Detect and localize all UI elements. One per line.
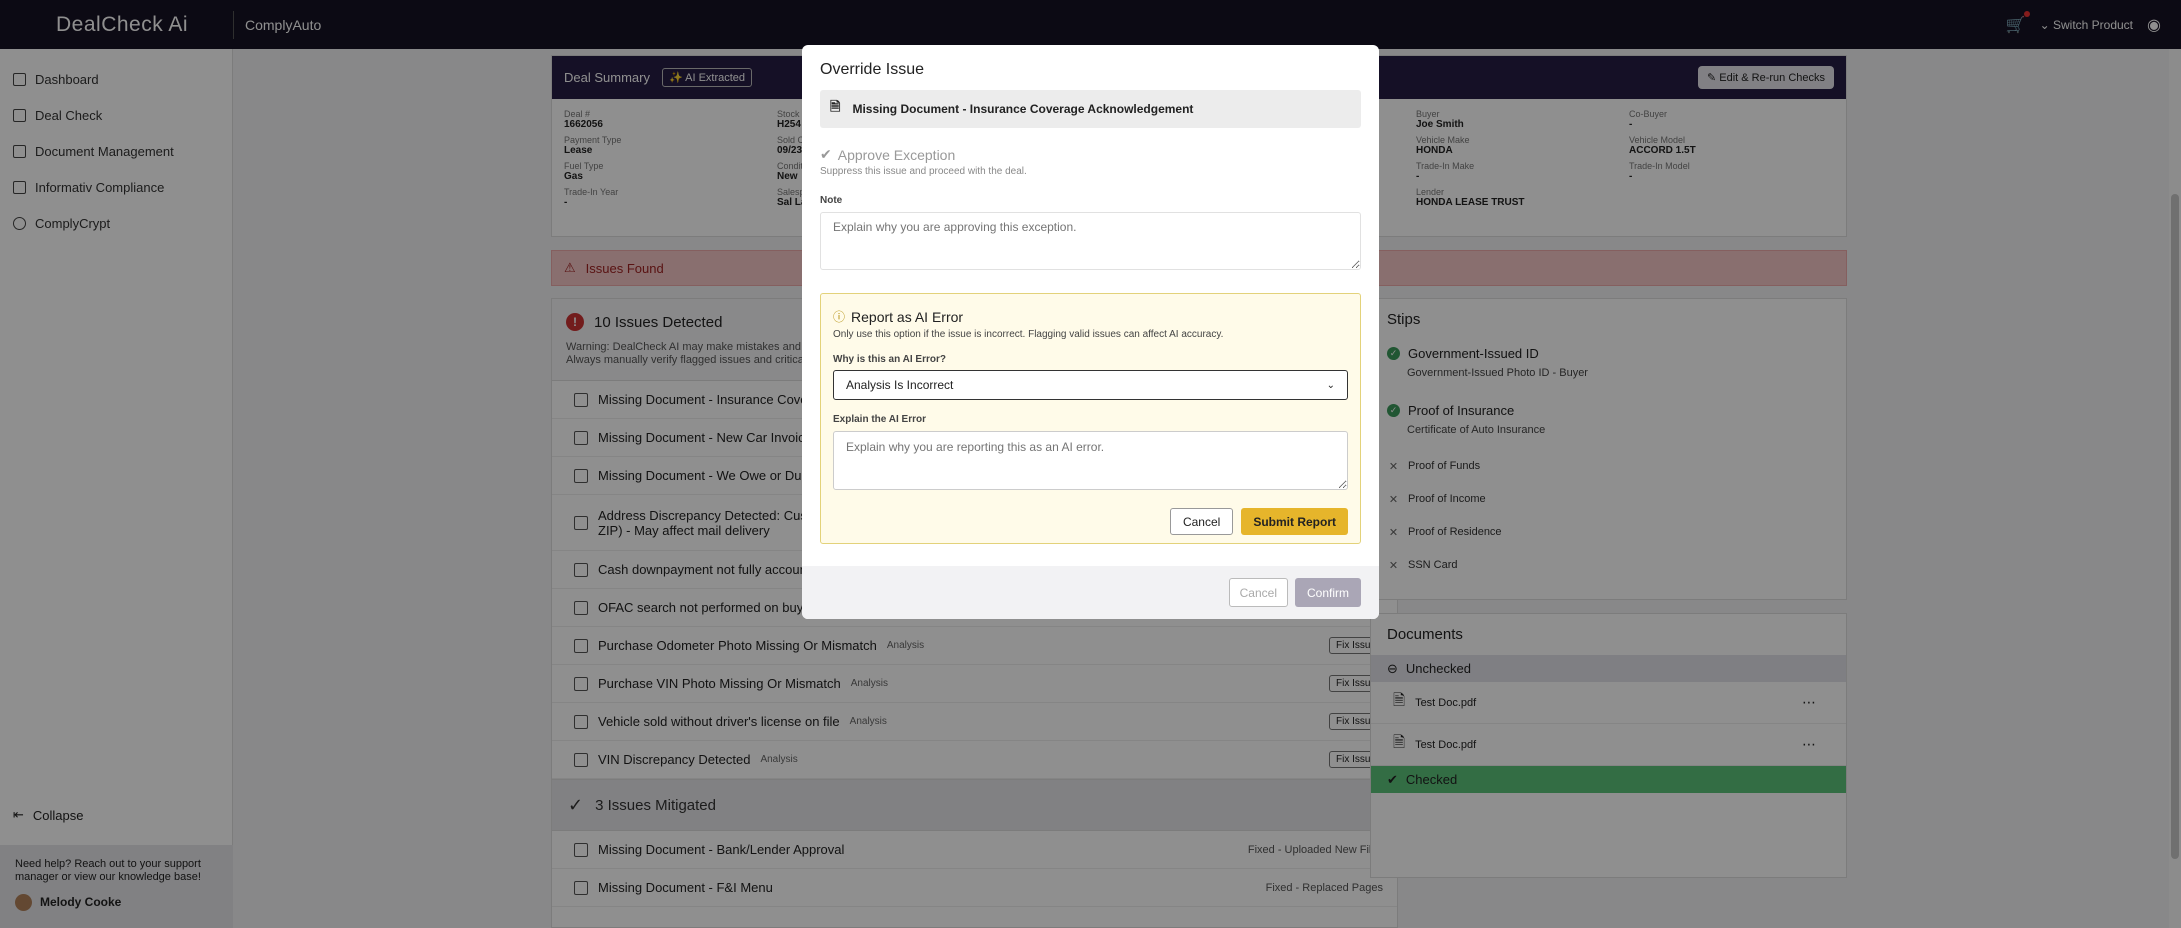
check-circle-icon: ✔ xyxy=(820,146,832,162)
modal-title: Override Issue xyxy=(820,61,925,78)
cancel-button[interactable]: Cancel xyxy=(1228,578,1288,607)
why-label: Why is this an AI Error? xyxy=(833,354,946,365)
modal-footer: Cancel Confirm xyxy=(802,566,1379,619)
modal-issue-box: 🗎 Missing Document - Insurance Coverage A… xyxy=(820,90,1361,128)
override-issue-modal: Override Issue 🗎 Missing Document - Insur… xyxy=(802,45,1379,619)
modal-issue-name: Missing Document - Insurance Coverage Ac… xyxy=(852,102,1194,116)
approve-exception-option[interactable]: ✔ Approve Exception xyxy=(820,146,1361,163)
chevron-down-icon: ⌄ xyxy=(1326,379,1335,391)
report-subtitle: Only use this option if the issue is inc… xyxy=(833,329,1224,340)
approve-title: Approve Exception xyxy=(837,146,956,163)
select-value: Analysis Is Incorrect xyxy=(846,378,954,392)
report-ai-error-panel: ⓘ Report as AI Error Only use this option… xyxy=(820,293,1361,544)
report-title: Report as AI Error xyxy=(851,308,964,325)
explain-label: Explain the AI Error xyxy=(833,414,926,425)
note-label: Note xyxy=(820,195,843,206)
info-icon: ⓘ xyxy=(833,310,846,324)
explain-error-field[interactable] xyxy=(833,431,1348,490)
ai-error-reason-select[interactable]: Analysis Is Incorrect ⌄ xyxy=(833,370,1348,400)
approve-subtitle: Suppress this issue and proceed with the… xyxy=(820,166,1027,177)
confirm-button[interactable]: Confirm xyxy=(1294,578,1361,607)
report-cancel-button[interactable]: Cancel xyxy=(1169,508,1234,535)
note-field[interactable] xyxy=(820,212,1361,270)
submit-report-button[interactable]: Submit Report xyxy=(1241,508,1348,535)
document-icon: 🗎 xyxy=(830,99,841,114)
